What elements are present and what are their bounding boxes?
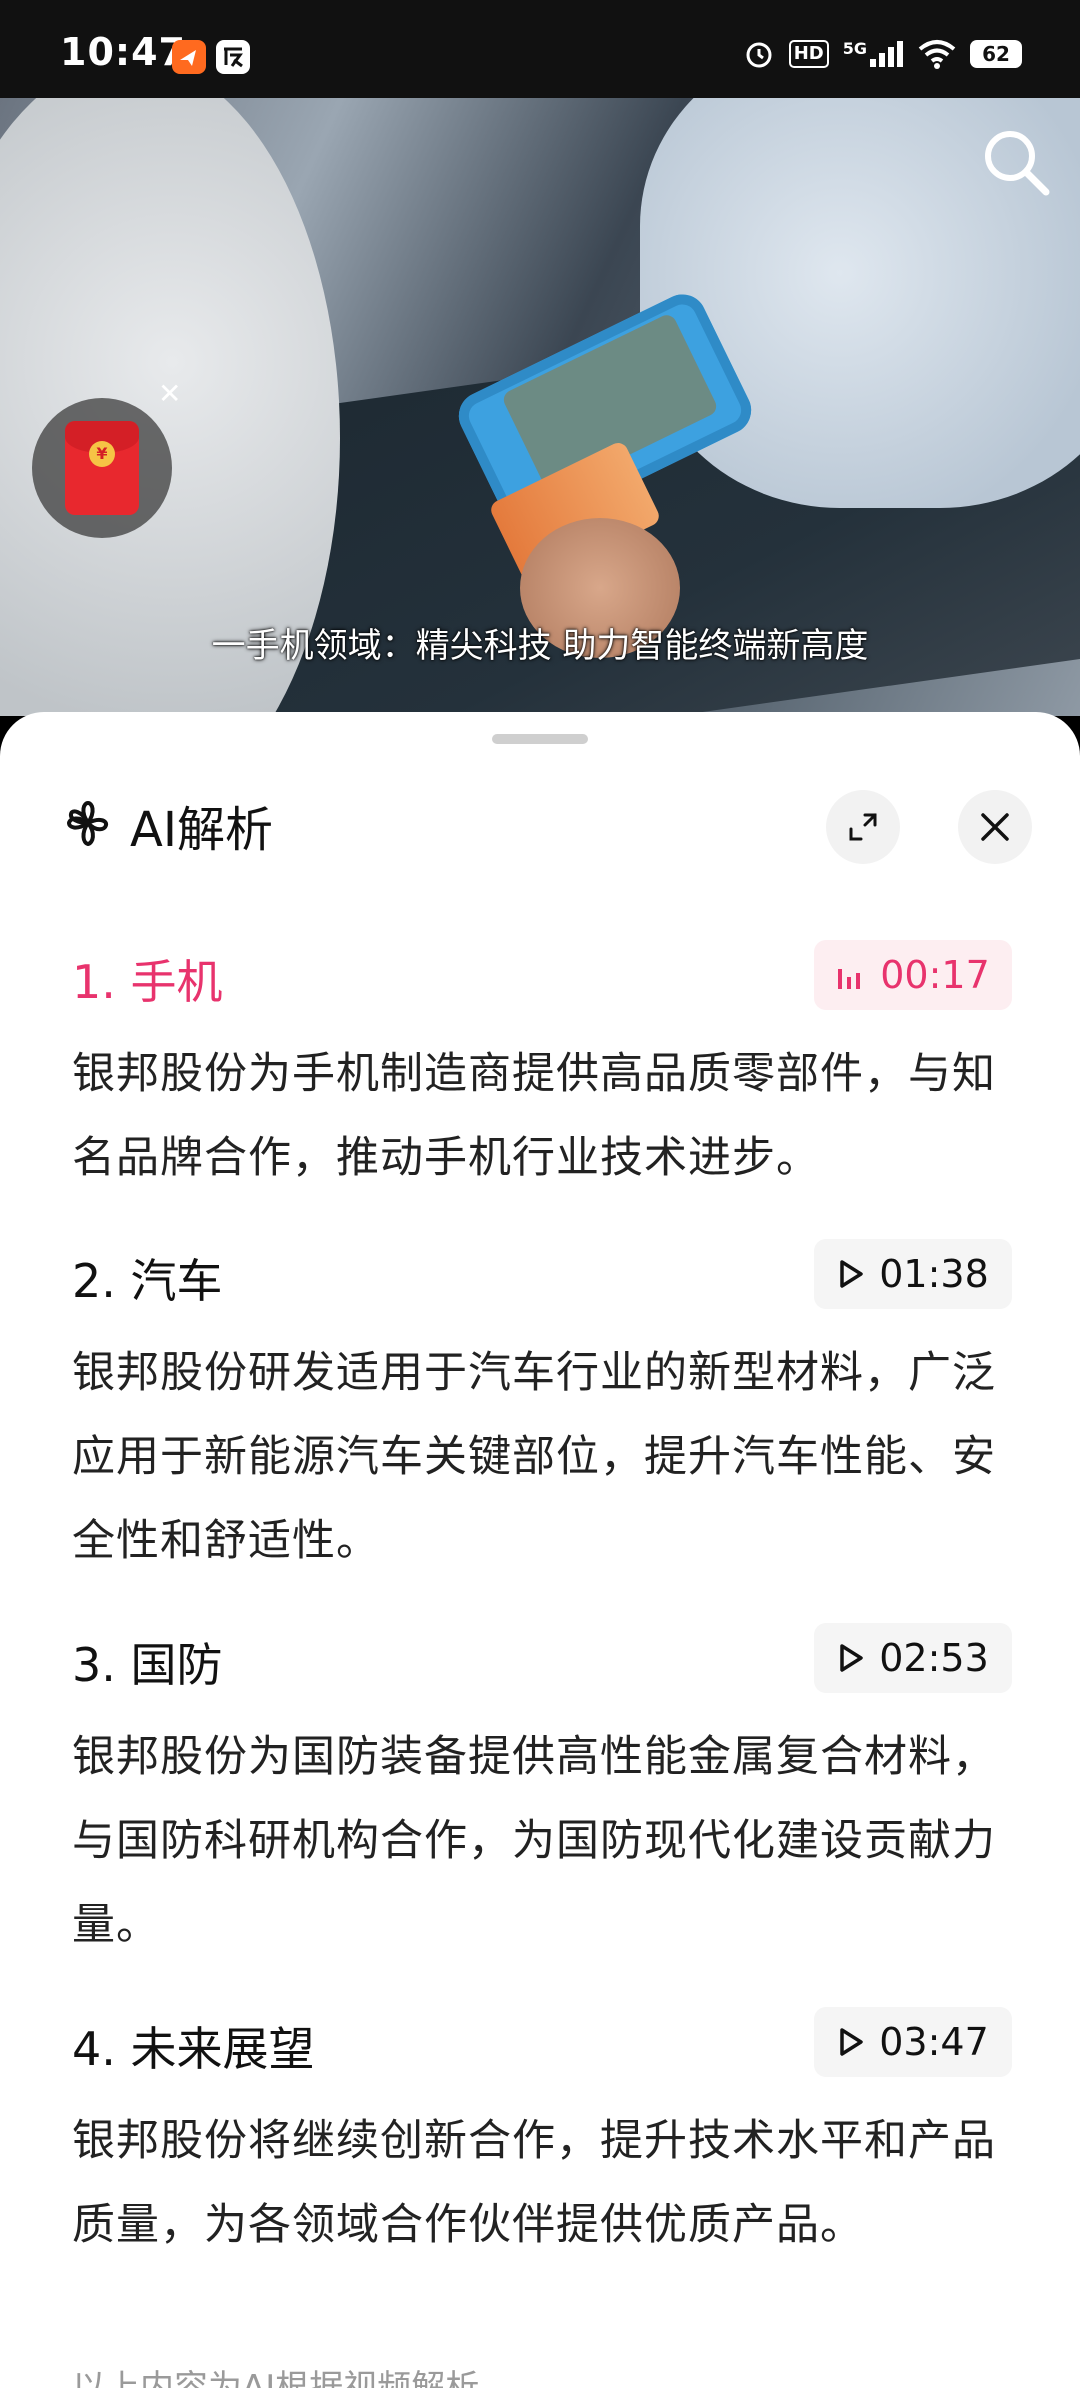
section-body: 银邦股份研发适用于汽车行业的新型材料，广泛应用于新能源汽车关键部位，提升汽车性能…	[72, 1348, 996, 1566]
status-bar: 10:47 HD 5G 62	[0, 0, 1080, 98]
video-subtitle: 一手机领域：精尖科技 助力智能终端新高度	[211, 626, 869, 666]
red-packet-close-icon[interactable]: ✕	[158, 380, 181, 408]
status-icons: HD 5G 62	[743, 38, 1022, 70]
expand-icon	[849, 813, 877, 841]
section-body: 银邦股份将继续创新合作，提升技术水平和产品质量，为各领域合作伙伴提供优质产品。	[72, 2116, 996, 2250]
battery-indicator: 62	[970, 40, 1022, 68]
section-car: 2. 汽车 01:38 银邦股份研发适用于汽车行业的新型材料，广泛应用于新能源汽…	[72, 1239, 1012, 1583]
app-notification-icon-2	[216, 40, 250, 74]
section-title: 4. 未来展望	[72, 2022, 315, 2076]
expand-button[interactable]	[826, 790, 900, 864]
hd-badge: HD	[788, 40, 829, 68]
timestamp-chip[interactable]: 02:53	[814, 1623, 1012, 1693]
section-title: 2. 汽车	[72, 1254, 223, 1308]
section-body: 银邦股份为国防装备提供高性能金属复合材料，与国防科研机构合作，为国防现代化建设贡…	[72, 1732, 996, 1950]
play-icon	[840, 2028, 863, 2056]
section-title: 3. 国防	[72, 1638, 223, 1692]
playing-bars-icon	[838, 969, 861, 989]
timestamp-chip[interactable]: 01:38	[814, 1239, 1012, 1309]
red-packet-icon: ¥	[65, 421, 139, 515]
ai-disclaimer: 以上内容为AI根据视频解析	[72, 2368, 480, 2388]
status-time: 10:47	[60, 30, 186, 74]
play-icon	[840, 1260, 863, 1288]
close-icon	[981, 813, 1009, 841]
section-body: 银邦股份为手机制造商提供高品质零部件，与知名品牌合作，推动手机行业技术进步。	[72, 1049, 996, 1183]
timestamp-label: 01:38	[879, 1252, 989, 1296]
timestamp-label: 03:47	[879, 2020, 989, 2064]
section-defense: 3. 国防 02:53 银邦股份为国防装备提供高性能金属复合材料，与国防科研机构…	[72, 1623, 1012, 1967]
search-icon[interactable]	[980, 126, 1052, 198]
play-icon	[840, 1644, 863, 1672]
red-packet-button[interactable]: ¥	[32, 398, 172, 538]
timestamp-label: 02:53	[879, 1636, 989, 1680]
wifi-icon	[918, 40, 956, 69]
timestamp-chip[interactable]: 00:17	[814, 940, 1012, 1010]
section-title: 1. 手机	[72, 955, 223, 1009]
sheet-title: AI解析	[130, 802, 273, 858]
section-phone: 1. 手机 00:17 银邦股份为手机制造商提供高品质零部件，与知名品牌合作，推…	[72, 940, 1012, 1200]
network-type: 5G	[843, 41, 904, 67]
signal-icon	[870, 41, 903, 67]
sheet-header: AI解析	[60, 790, 273, 860]
sheet-drag-handle[interactable]	[492, 734, 588, 744]
close-button[interactable]	[958, 790, 1032, 864]
app-notification-icon	[172, 40, 206, 74]
ai-flower-icon	[66, 800, 109, 847]
timestamp-label: 00:17	[880, 953, 990, 997]
section-outlook: 4. 未来展望 03:47 银邦股份将继续创新合作，提升技术水平和产品质量，为各…	[72, 2007, 1012, 2267]
video-player[interactable]: ¥ ✕ 一手机领域：精尖科技 助力智能终端新高度	[0, 98, 1080, 716]
alarm-icon	[746, 42, 772, 68]
timestamp-chip[interactable]: 03:47	[814, 2007, 1012, 2077]
ai-analysis-sheet: AI解析 1. 手机 00:17 银邦股份为手机制造商提供高品质零部件，与知名品…	[0, 712, 1080, 2388]
